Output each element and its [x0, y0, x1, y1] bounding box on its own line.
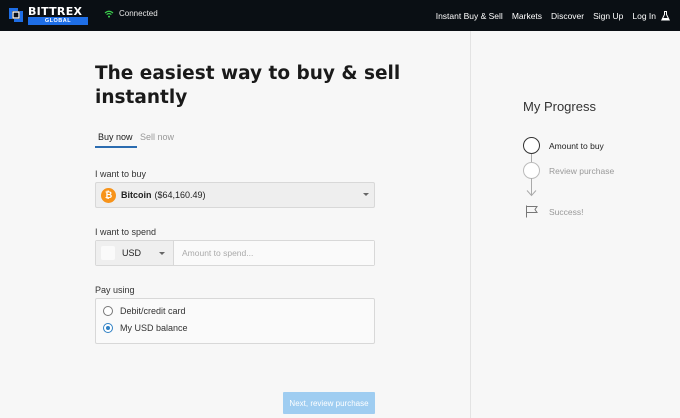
spend-label: I want to spend: [95, 227, 157, 237]
nav-instant-buy-sell[interactable]: Instant Buy & Sell: [436, 11, 503, 21]
step-label: Success!: [549, 206, 584, 217]
nav-sign-up[interactable]: Sign Up: [593, 11, 623, 21]
top-nav-bar: BITTREX GLOBAL Connected Instant Buy & S…: [0, 0, 680, 31]
log-in-link[interactable]: Log In: [632, 11, 656, 21]
nav-log-in[interactable]: Log In: [632, 10, 670, 21]
step-connector: [531, 154, 532, 162]
pay-option-card[interactable]: Debit/credit card: [103, 306, 186, 316]
tab-buy-now[interactable]: Buy now: [95, 130, 137, 148]
pay-option-usd-balance[interactable]: My USD balance: [103, 323, 188, 333]
main-nav: Instant Buy & Sell Markets Discover Sign…: [436, 0, 670, 31]
progress-step-review: Review purchase: [523, 162, 614, 179]
progress-step-amount: Amount to buy: [523, 137, 604, 154]
connection-status: Connected: [104, 9, 158, 18]
tab-sell-now[interactable]: Sell now: [137, 130, 178, 148]
buy-label: I want to buy: [95, 169, 147, 179]
bittrex-logo-icon: [9, 8, 23, 22]
amount-input[interactable]: [174, 241, 374, 265]
progress-step-success: Success!: [523, 203, 584, 220]
progress-sidebar: [470, 31, 680, 418]
coin-name: Bitcoin: [121, 190, 152, 200]
flask-icon[interactable]: [661, 10, 670, 21]
pay-label: Pay using: [95, 285, 135, 295]
step-label: Review purchase: [549, 165, 615, 176]
flag-icon: [523, 203, 540, 220]
radio-card[interactable]: [103, 306, 113, 316]
chevron-down-icon: [159, 252, 165, 255]
progress-title: My Progress: [523, 99, 596, 114]
chevron-down-icon: [363, 193, 369, 196]
step-current-circle-icon: [523, 137, 540, 154]
bitcoin-icon: ₿: [101, 187, 116, 203]
spend-field: USD: [95, 240, 375, 266]
arrow-down-icon: [526, 178, 537, 197]
radio-usd-balance[interactable]: [103, 323, 113, 333]
wifi-icon: [104, 10, 114, 18]
step-pending-circle-icon: [523, 162, 540, 179]
pay-option-card-label: Debit/credit card: [120, 306, 186, 316]
currency-flag-icon: [101, 246, 115, 260]
payment-options: Debit/credit card My USD balance: [95, 298, 375, 344]
buy-sell-tabs: Buy now Sell now: [95, 130, 178, 148]
page-headline: The easiest way to buy & sell instantly: [95, 63, 401, 108]
nav-markets[interactable]: Markets: [512, 11, 542, 21]
bittrex-logo[interactable]: BITTREX GLOBAL: [8, 5, 88, 25]
connection-label: Connected: [119, 9, 158, 18]
coin-select[interactable]: ₿ Bitcoin ($64,160.49): [95, 182, 375, 208]
nav-discover[interactable]: Discover: [551, 11, 584, 21]
next-review-button[interactable]: Next, review purchase: [283, 392, 375, 414]
currency-select[interactable]: USD: [96, 241, 174, 265]
currency-code: USD: [122, 248, 142, 258]
step-label: Amount to buy: [549, 140, 604, 151]
coin-price: ($64,160.49): [154, 190, 206, 200]
logo-badge: GLOBAL: [28, 17, 88, 25]
pay-option-usd-label: My USD balance: [120, 323, 188, 333]
